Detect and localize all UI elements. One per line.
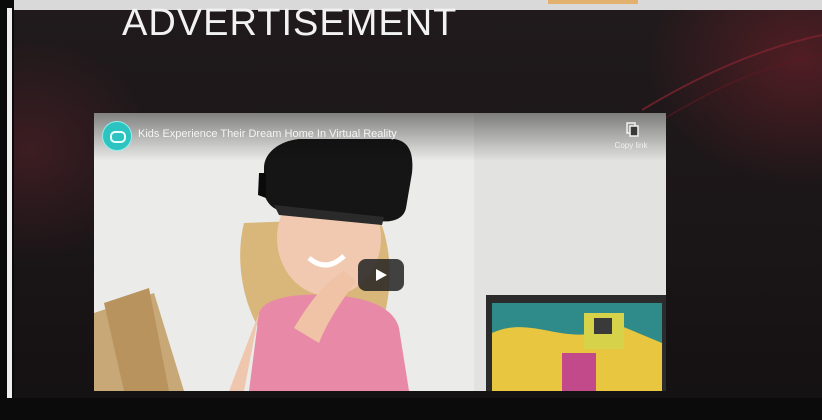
bottom-bar — [0, 398, 822, 420]
left-frame — [0, 0, 14, 420]
page-title: ADVERTISEMENT — [122, 2, 458, 44]
video-player[interactable]: Kids Experience Their Dream Home In Virt… — [94, 113, 666, 391]
video-title[interactable]: Kids Experience Their Dream Home In Virt… — [138, 128, 397, 140]
copy-icon — [626, 122, 639, 137]
copy-link-button[interactable]: Copy link — [608, 121, 654, 157]
decorative-glow — [641, 34, 822, 120]
top-stamp — [548, 0, 638, 4]
left-frame-edge — [7, 8, 12, 420]
logo-ring — [110, 131, 126, 143]
copy-link-label: Copy link — [614, 141, 648, 150]
play-button[interactable] — [358, 259, 404, 291]
play-icon — [376, 269, 387, 281]
circle-logo-icon[interactable] — [102, 121, 132, 151]
